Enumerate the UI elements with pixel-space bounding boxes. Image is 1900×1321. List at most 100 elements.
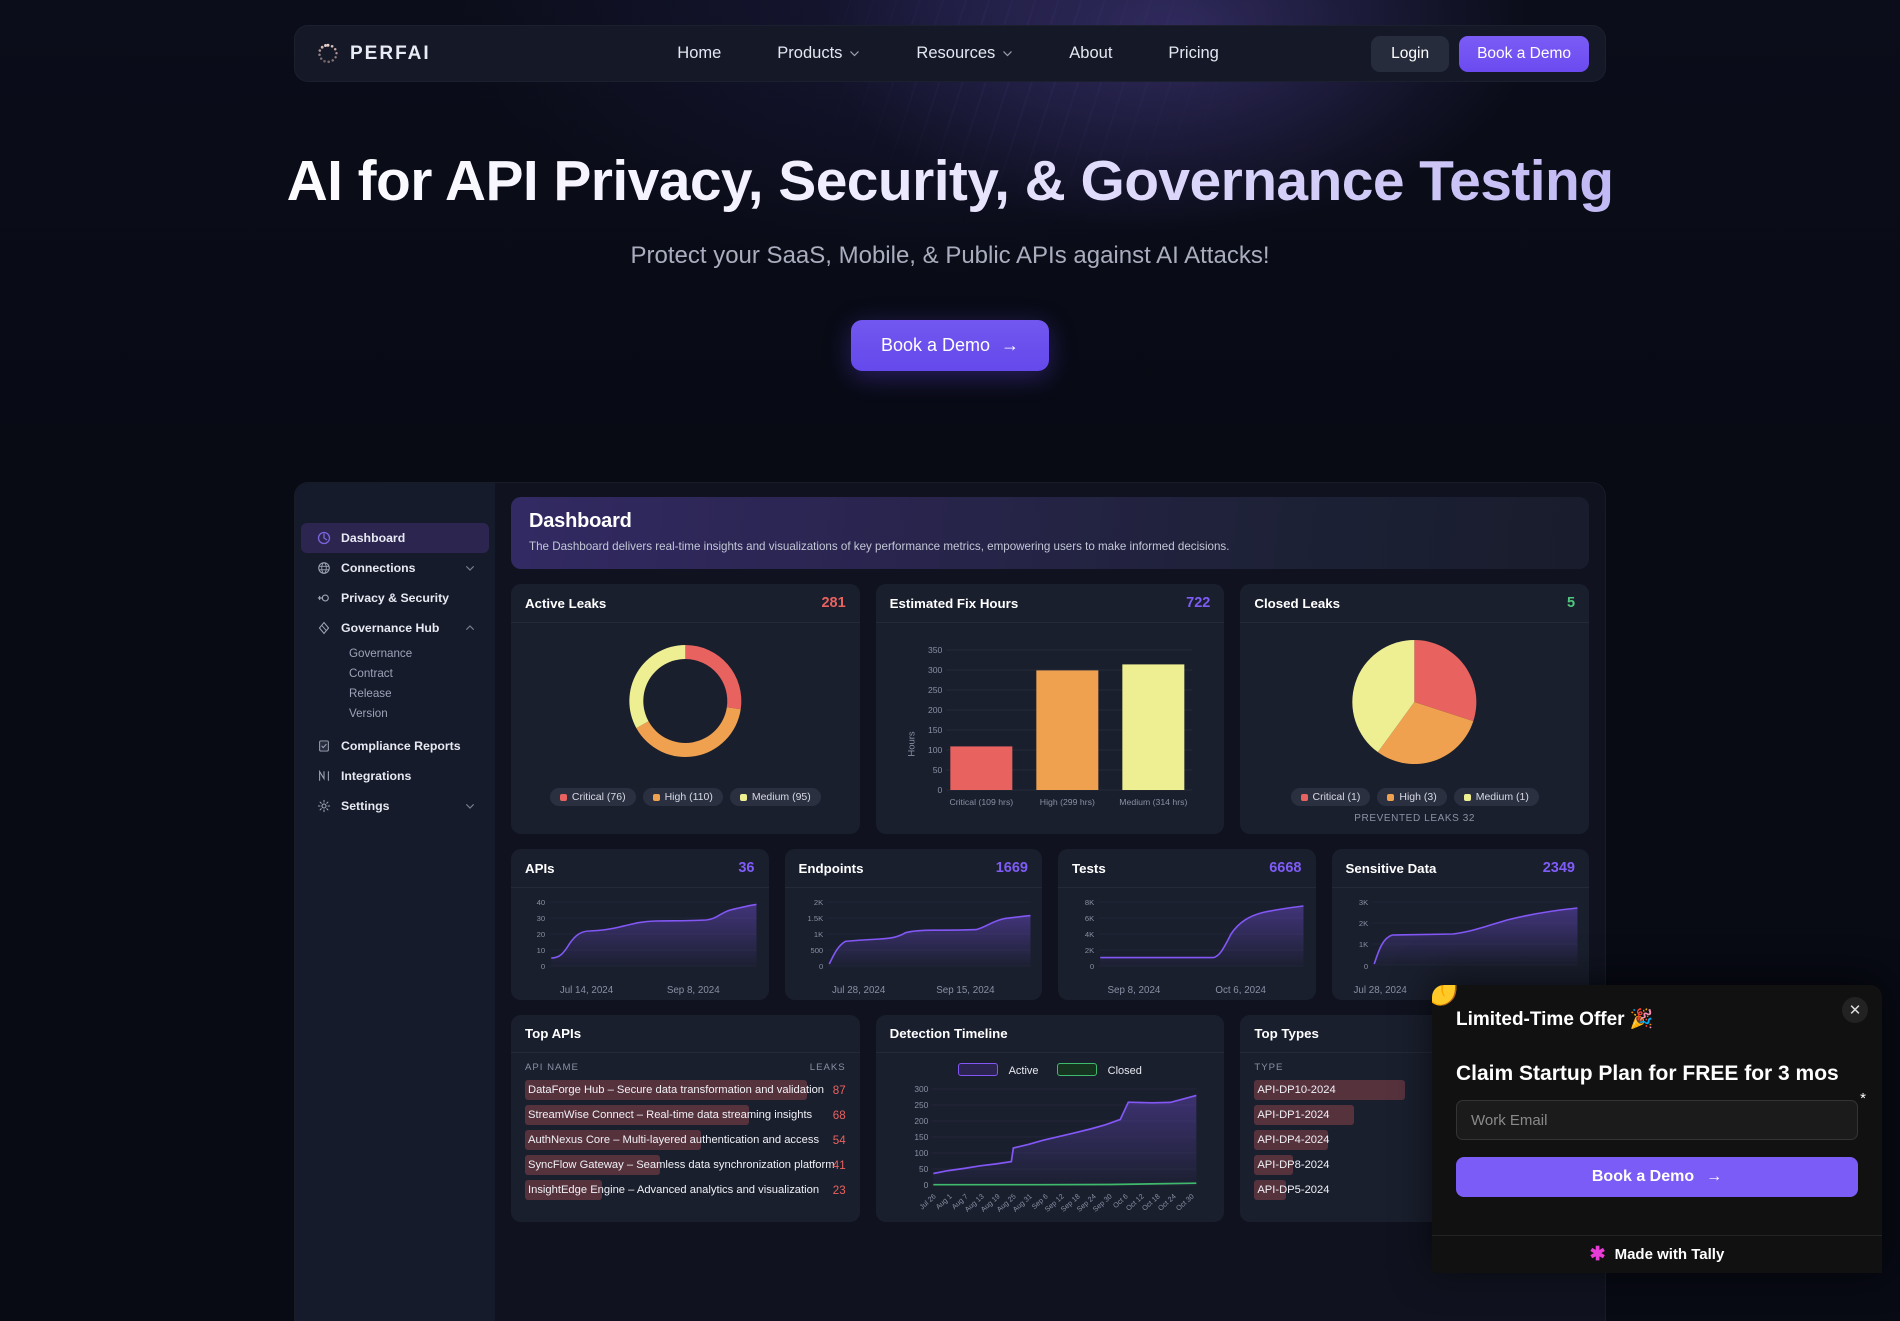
card-value: 2349 [1542,860,1575,876]
svg-text:150: 150 [928,725,943,735]
perfai-logo-icon [315,41,341,67]
work-email-input[interactable] [1456,1100,1858,1140]
report-icon [317,739,331,753]
table-row[interactable]: DataForge Hub – Secure data transformati… [525,1080,846,1100]
table-row[interactable]: SyncFlow Gateway – Seamless data synchro… [525,1155,846,1175]
card-value: 36 [738,860,755,876]
svg-text:8K: 8K [1085,898,1094,907]
nav-link-pricing[interactable]: Pricing [1140,36,1246,71]
svg-text:6K: 6K [1085,914,1094,923]
sidebar-item-label: Settings [341,799,390,813]
legend-swatch [1387,793,1395,801]
sidebar-item-compliance-reports[interactable]: Compliance Reports [301,731,489,761]
active-leaks-legend: Critical (76) High (110) Medium (95) [521,788,850,806]
sidebar-sub-version[interactable]: Version [301,703,489,723]
legend-item: Critical (76) [549,788,636,806]
sidebar-item-settings[interactable]: Settings [301,791,489,821]
endpoints-area-chart: 2K 1.5K 1K 500 0 [807,898,1031,971]
svg-text:0: 0 [818,962,822,971]
sidebar-sub-governance[interactable]: Governance [301,643,489,663]
apis-xaxis-labels: Jul 14, 2024 Sep 8, 2024 [519,985,761,996]
type-name: API-DP4-2024 [1257,1134,1330,1146]
book-demo-hero-button[interactable]: Book a Demo → [850,319,1050,371]
svg-text:Hours: Hours [906,731,917,757]
legend-item-active: Active [958,1063,1039,1077]
card-header: Closed Leaks 5 [1240,584,1590,623]
legend-item: High (3) [1377,788,1447,806]
card-header: Endpoints 1669 [784,849,1042,888]
legend-item: Critical (1) [1290,788,1371,806]
nav-link-about[interactable]: About [1041,36,1140,71]
close-icon[interactable]: ✕ [1842,997,1868,1023]
required-indicator: * [1860,1090,1866,1107]
arrow-right-icon: → [1706,1168,1723,1185]
card-value: 722 [1186,595,1211,611]
svg-text:30: 30 [537,914,545,923]
svg-text:500: 500 [810,946,823,955]
svg-text:0: 0 [923,1180,928,1190]
legend-swatch [1463,793,1471,801]
card-body: Critical (1) High (3) Medium (1) PREVENT… [1240,623,1589,834]
svg-text:250: 250 [914,1100,928,1110]
book-demo-popup-button[interactable]: Book a Demo → [1456,1157,1858,1197]
sidebar-item-dashboard[interactable]: Dashboard [301,523,489,553]
fix-hours-bar-chart: Hours 350300250 200150100 500 Critical (… [906,645,1193,807]
sidebar-item-connections[interactable]: Connections [301,553,489,583]
card-title: Sensitive Data [1345,860,1437,876]
type-name: API-DP10-2024 [1257,1084,1336,1096]
card-header: Sensitive Data 2349 [1331,849,1589,888]
active-leaks-donut-chart [629,645,742,758]
legend-label: High (110) [664,791,713,803]
svg-text:Aug 1: Aug 1 [933,1192,953,1211]
legend-item: High (110) [642,788,723,806]
svg-text:350: 350 [928,645,943,655]
legend-item: Medium (1) [1453,788,1539,806]
card-title: Tests [1072,860,1106,876]
sidebar-sub-contract[interactable]: Contract [301,663,489,683]
svg-text:100: 100 [914,1148,928,1158]
apis-area-chart: 40 30 20 10 0 [537,898,757,971]
sidebar-item-integrations[interactable]: Integrations [301,761,489,791]
tests-xaxis-labels: Sep 8, 2024 Oct 6, 2024 [1066,985,1308,996]
charts-row-3: Top APIs API NAME LEAKS DataForge Hub – … [511,1015,1590,1222]
made-with-tally-link[interactable]: ✱ Made with Tally [1432,1235,1882,1273]
svg-text:4K: 4K [1085,930,1094,939]
top-apis-table: API NAME LEAKS DataForge Hub – Secure da… [511,1053,860,1200]
svg-text:Medium (314 hrs): Medium (314 hrs) [1119,797,1187,807]
legend-label: High (3) [1399,791,1437,803]
leak-count: 87 [832,1083,846,1097]
axis-tick: Jul 14, 2024 [559,985,614,996]
svg-text:100: 100 [928,745,943,755]
sidebar-item-privacy-security[interactable]: Privacy & Security [301,583,489,613]
nav-link-resources[interactable]: Resources [888,36,1041,71]
table-row[interactable]: StreamWise Connect – Real-time data stre… [525,1105,846,1125]
table-row[interactable]: AuthNexus Core – Multi-layered authentic… [525,1130,846,1150]
tests-area-chart: 8K 6K 4K 2K 0 [1085,898,1304,971]
svg-text:Oct 24: Oct 24 [1156,1192,1178,1213]
legend-label: Closed [1107,1065,1142,1077]
login-button[interactable]: Login [1371,35,1450,72]
svg-text:0: 0 [1363,962,1367,971]
card-value: 1669 [995,860,1028,876]
card-value: 281 [821,595,846,611]
column-header-type: TYPE [1254,1062,1284,1073]
svg-text:250: 250 [928,685,943,695]
sensitive-data-area-chart: 3K 2K 1K 0 [1358,898,1578,971]
card-header: Tests 6668 [1058,849,1316,888]
sidebar-item-label: Governance Hub [341,621,440,635]
svg-text:20: 20 [537,930,545,939]
nav-link-home[interactable]: Home [649,36,749,71]
legend-label: Critical (1) [1312,791,1361,803]
nav-link-products[interactable]: Products [749,36,888,71]
legend-label: Critical (76) [571,791,626,803]
sidebar-item-governance-hub[interactable]: Governance Hub [301,613,489,643]
brand-name: PERFAI [350,42,431,64]
book-demo-nav-button[interactable]: Book a Demo [1459,35,1589,72]
table-row[interactable]: InsightEdge Engine – Advanced analytics … [525,1180,846,1200]
nav-actions: Login Book a Demo [1371,35,1589,72]
tally-headline: Claim Startup Plan for FREE for 3 mos [1456,1062,1839,1085]
svg-text:3K: 3K [1358,898,1367,907]
legend-item-closed: Closed [1056,1063,1142,1077]
sidebar-sub-release[interactable]: Release [301,683,489,703]
sidebar-item-label: Privacy & Security [341,591,450,605]
